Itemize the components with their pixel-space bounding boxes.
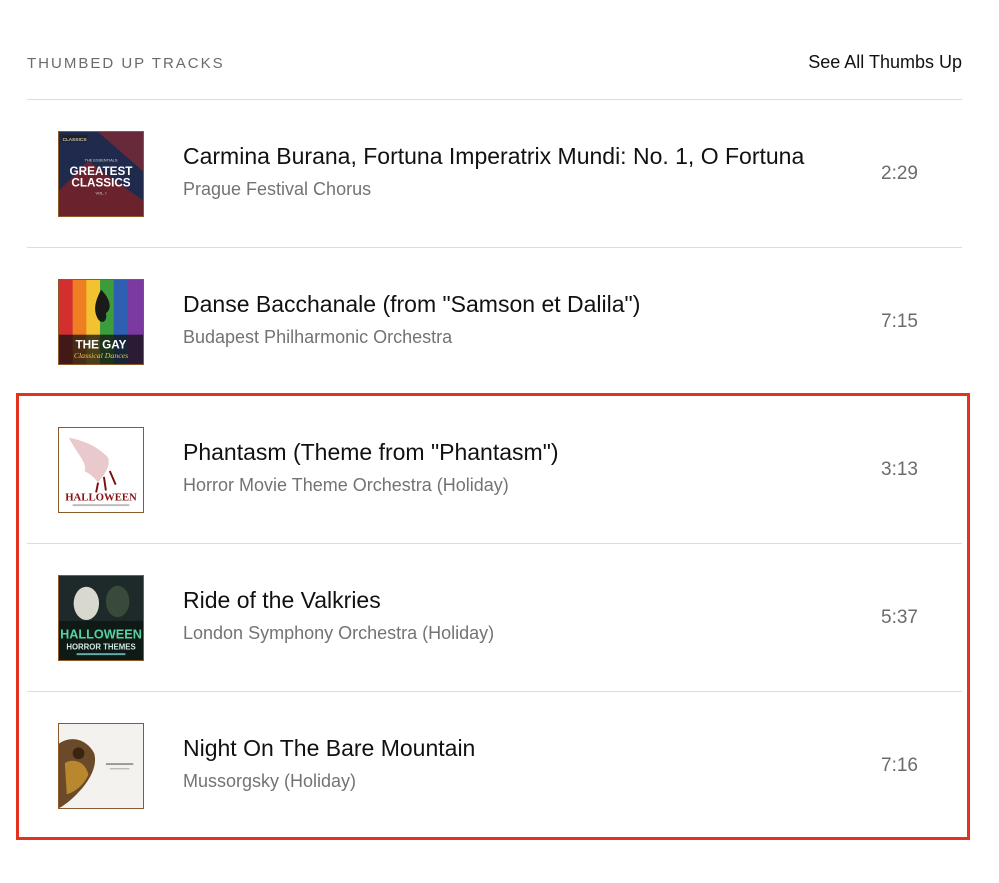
track-row[interactable]: CLASSICS THE ESSENTIALS GREATEST CLASSIC… — [27, 99, 962, 247]
track-title[interactable]: Danse Bacchanale (from "Samson et Dalila… — [183, 290, 842, 318]
album-art-image: HALLOWEEN — [59, 428, 143, 512]
track-artist[interactable]: Budapest Philharmonic Orchestra — [183, 327, 842, 348]
album-art-greatest-classics[interactable]: CLASSICS THE ESSENTIALS GREATEST CLASSIC… — [58, 131, 144, 217]
album-art-line: VOL. I — [95, 191, 106, 196]
track-artist[interactable]: Mussorgsky (Holiday) — [183, 771, 842, 792]
album-art-image — [59, 724, 143, 808]
album-art-bare-mountain[interactable] — [58, 723, 144, 809]
track-duration: 3:13 — [881, 459, 918, 480]
track-title[interactable]: Ride of the Valkries — [183, 586, 842, 614]
album-art-line: THE ESSENTIALS — [85, 157, 118, 162]
track-duration: 5:37 — [881, 607, 918, 628]
track-info: Phantasm (Theme from "Phantasm") Horror … — [183, 438, 842, 496]
album-art-line: HALLOWEEN — [60, 628, 142, 642]
track-row[interactable]: Night On The Bare Mountain Mussorgsky (H… — [27, 691, 962, 839]
track-info: Ride of the Valkries London Symphony Orc… — [183, 586, 842, 644]
see-all-thumbs-up-link[interactable]: See All Thumbs Up — [808, 52, 962, 73]
track-row[interactable]: THE GAY Classical Dances Danse Bacchanal… — [27, 247, 962, 395]
track-duration: 7:15 — [881, 311, 918, 332]
album-art-image: HALLOWEEN HORROR THEMES — [59, 576, 143, 660]
section-header: THUMBED UP TRACKS See All Thumbs Up — [27, 47, 962, 83]
album-art-line: HORROR THEMES — [66, 642, 135, 651]
album-art-halloween[interactable]: HALLOWEEN — [58, 427, 144, 513]
track-artist[interactable]: Horror Movie Theme Orchestra (Holiday) — [183, 475, 842, 496]
track-info: Night On The Bare Mountain Mussorgsky (H… — [183, 734, 842, 792]
album-art-halloween-horror-themes[interactable]: HALLOWEEN HORROR THEMES — [58, 575, 144, 661]
album-art-tag: CLASSICS — [63, 137, 88, 143]
track-artist[interactable]: London Symphony Orchestra (Holiday) — [183, 623, 842, 644]
track-row[interactable]: HALLOWEEN Phantasm (Theme from "Phantasm… — [27, 395, 962, 543]
section-title: THUMBED UP TRACKS — [27, 55, 225, 72]
track-info: Danse Bacchanale (from "Samson et Dalila… — [183, 290, 842, 348]
track-title[interactable]: Phantasm (Theme from "Phantasm") — [183, 438, 842, 466]
album-art-line: HALLOWEEN — [65, 491, 137, 503]
album-art-line: CLASSICS — [71, 177, 130, 190]
track-title[interactable]: Carmina Burana, Fortuna Imperatrix Mundi… — [183, 142, 842, 170]
album-art-line: THE GAY — [75, 338, 126, 351]
album-art-image: CLASSICS THE ESSENTIALS GREATEST CLASSIC… — [59, 132, 143, 216]
track-info: Carmina Burana, Fortuna Imperatrix Mundi… — [183, 142, 842, 200]
track-duration: 7:16 — [881, 755, 918, 776]
track-title[interactable]: Night On The Bare Mountain — [183, 734, 842, 762]
track-list: CLASSICS THE ESSENTIALS GREATEST CLASSIC… — [27, 99, 962, 839]
album-art-line: Classical Dances — [74, 351, 128, 360]
album-art-gay-classical-dances[interactable]: THE GAY Classical Dances — [58, 279, 144, 365]
track-row[interactable]: HALLOWEEN HORROR THEMES Ride of the Valk… — [27, 543, 962, 691]
album-art-image: THE GAY Classical Dances — [59, 280, 143, 364]
track-artist[interactable]: Prague Festival Chorus — [183, 179, 842, 200]
track-duration: 2:29 — [881, 163, 918, 184]
